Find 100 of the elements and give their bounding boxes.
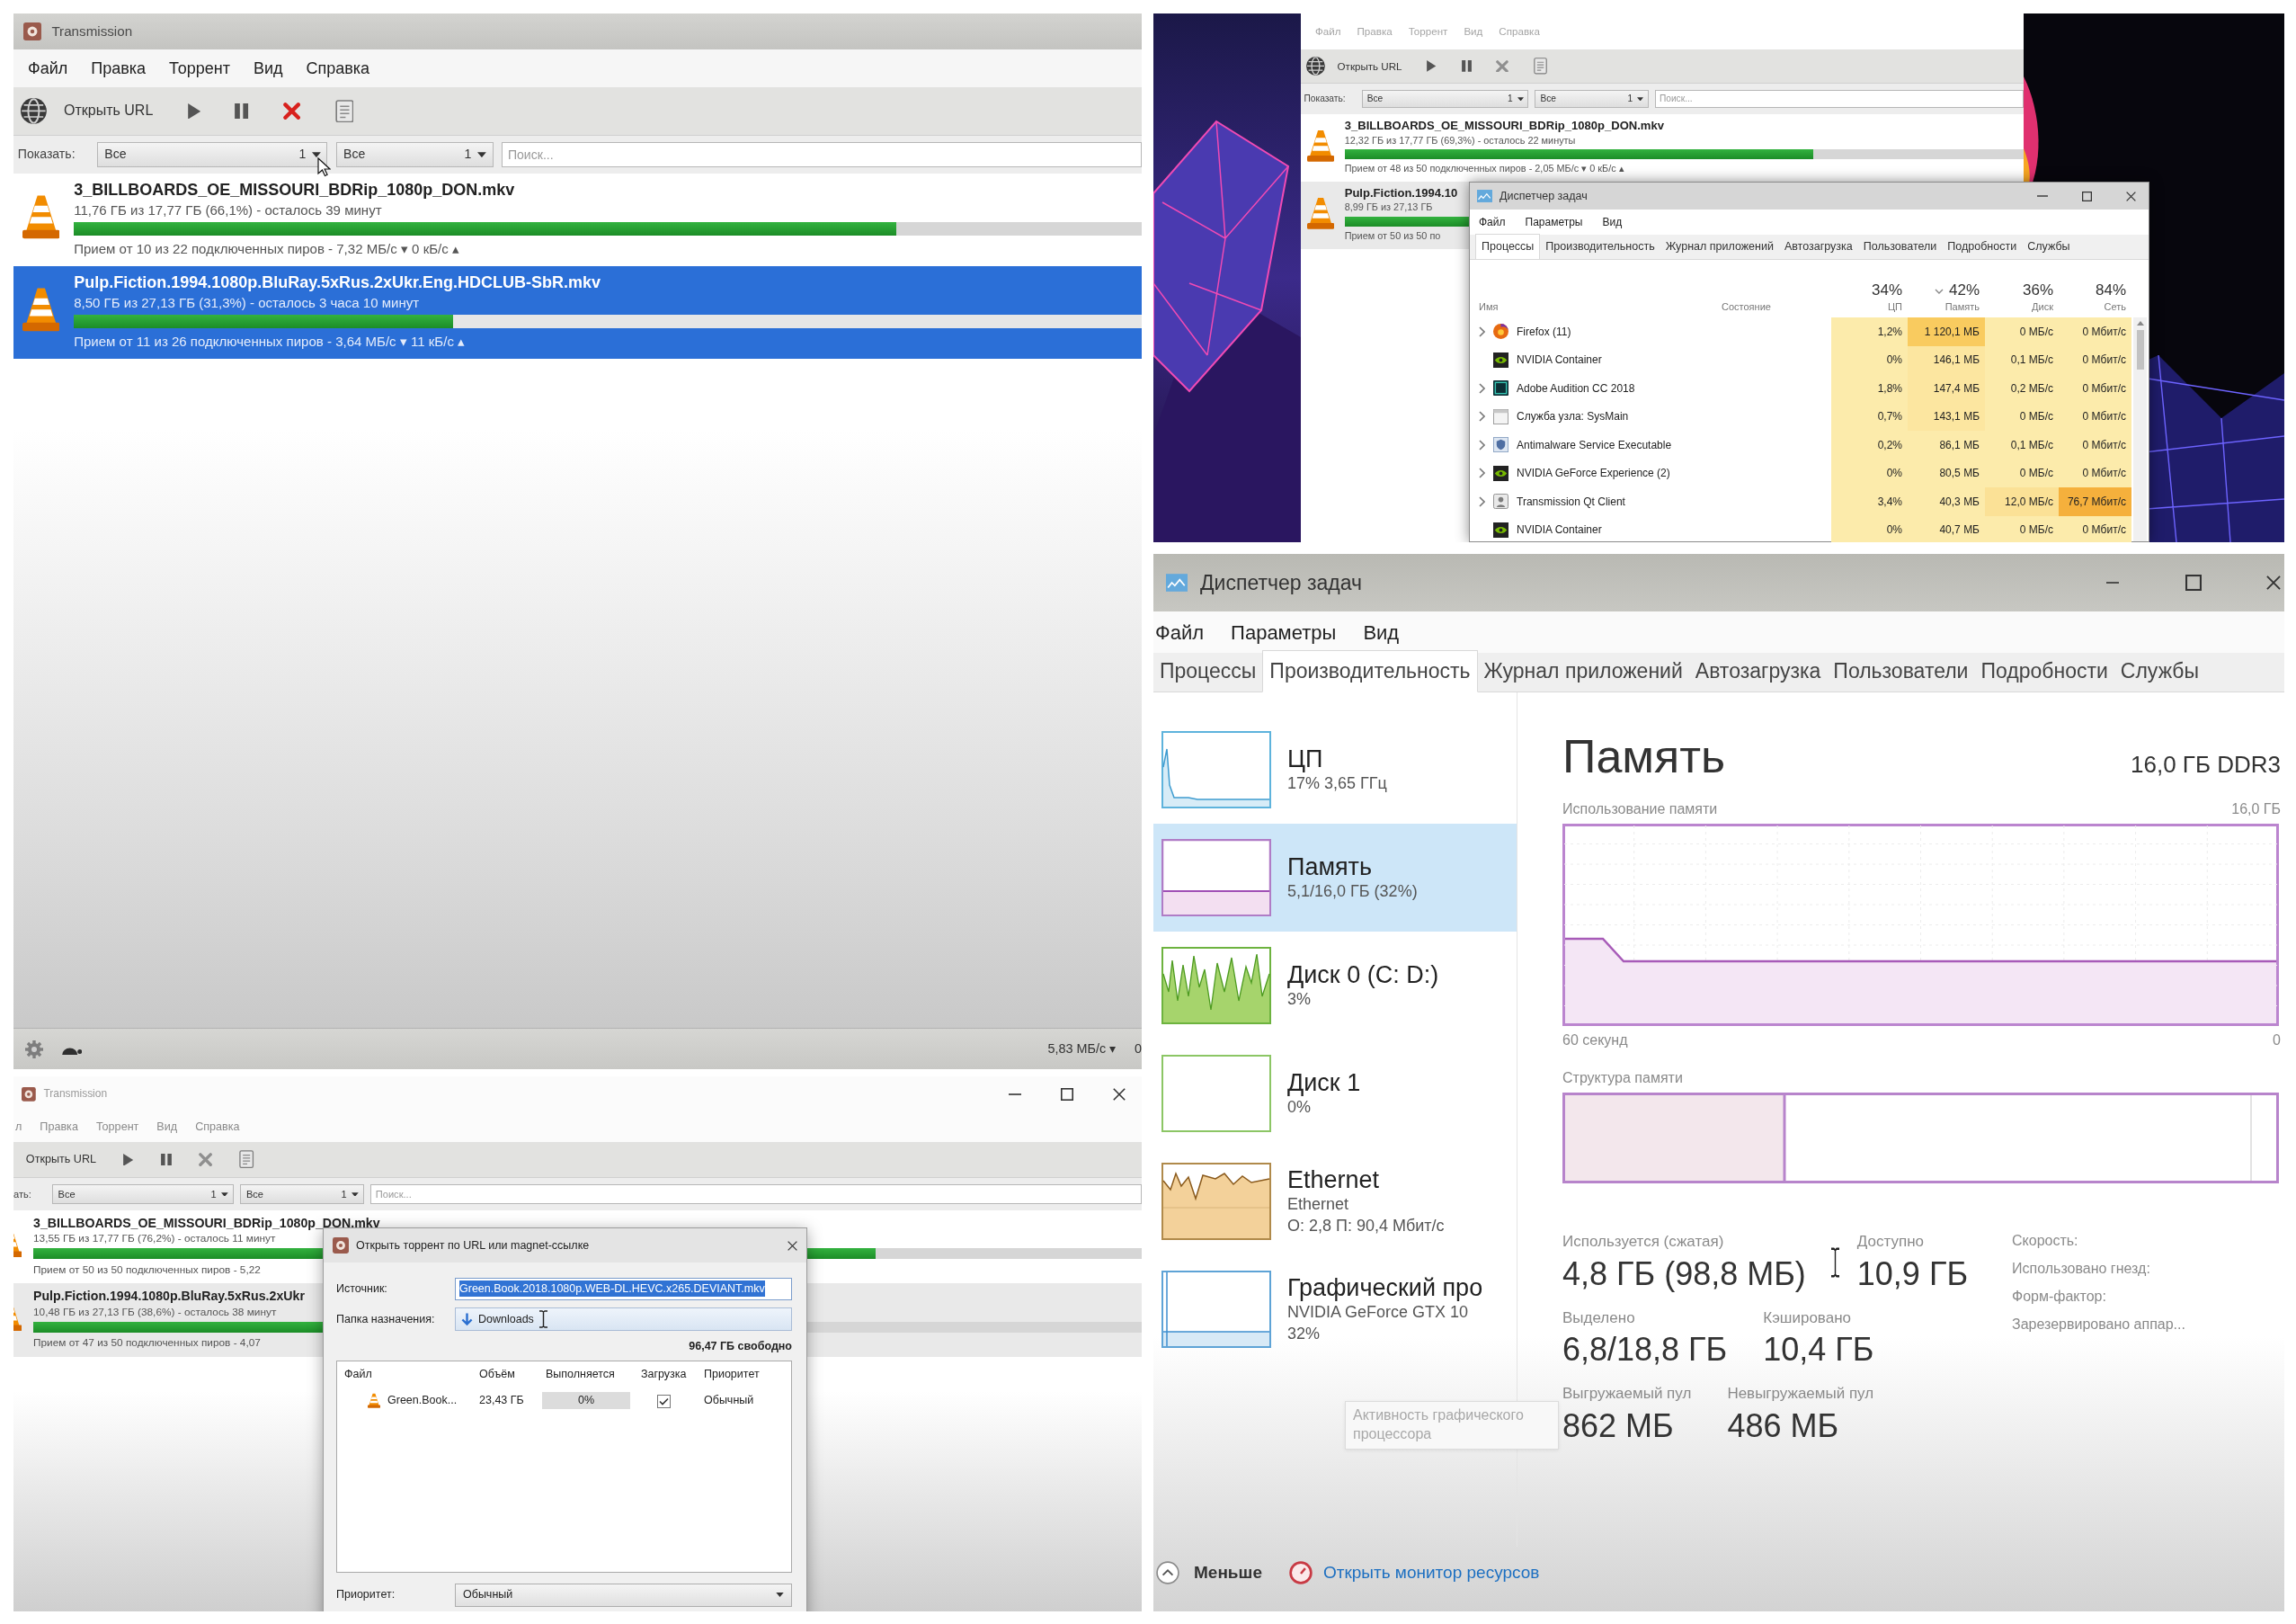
- tab[interactable]: Производительность: [1262, 649, 1478, 692]
- minimize-icon[interactable]: [2105, 582, 2121, 584]
- open-url-button[interactable]: Открыть URL: [1305, 57, 1402, 76]
- menu-item[interactable]: Вид: [1363, 617, 1400, 647]
- tab[interactable]: Службы: [2022, 235, 2076, 259]
- maximize-icon[interactable]: [1061, 1088, 1073, 1101]
- properties-icon[interactable]: [334, 99, 354, 123]
- properties-icon[interactable]: [239, 1150, 254, 1169]
- fewer-details-button[interactable]: Меньше: [1156, 1559, 1262, 1586]
- scroll-up-icon[interactable]: [2136, 321, 2144, 326]
- column-header[interactable]: Объём: [472, 1366, 538, 1384]
- filter-dropdown[interactable]: Все 1: [97, 142, 328, 167]
- close-icon[interactable]: [2126, 191, 2136, 201]
- resource-item[interactable]: Графический про NVIDIA GeForce GTX 10 32%: [1153, 1255, 1517, 1363]
- resource-monitor-link[interactable]: Открыть монитор ресурсов: [1288, 1559, 1540, 1586]
- traffic-cone-icon: [22, 287, 60, 332]
- menu-item[interactable]: Вид: [253, 56, 283, 81]
- maximize-icon[interactable]: [2185, 575, 2202, 591]
- table-cell-text: Обычный: [703, 1393, 755, 1409]
- tab[interactable]: Подробности: [1974, 650, 2114, 692]
- tab[interactable]: Автозагрузка: [1688, 650, 1828, 692]
- expand-chevron-icon[interactable]: [1479, 411, 1485, 423]
- tab[interactable]: Пользователи: [1857, 235, 1943, 259]
- expand-chevron-icon[interactable]: [1479, 495, 1485, 507]
- remove-icon[interactable]: [283, 102, 301, 120]
- menu-item[interactable]: Торрент: [169, 56, 230, 81]
- pause-icon[interactable]: [1461, 60, 1472, 72]
- scrollbar[interactable]: [2133, 317, 2147, 541]
- filter-dropdown[interactable]: Все 1: [240, 1184, 364, 1204]
- stat-label: Доступно: [1856, 1232, 1924, 1253]
- open-url-button[interactable]: Открыть URL: [25, 1151, 96, 1168]
- source-field[interactable]: Green.Book.2018.1080p.WEB-DL.HEVC.x265.DEVIANT.mkv: [455, 1277, 792, 1300]
- column-header[interactable]: Файл: [337, 1366, 472, 1384]
- tab[interactable]: Автозагрузка: [1778, 235, 1858, 259]
- column-header[interactable]: 84% Сеть: [2059, 260, 2131, 317]
- maximize-icon[interactable]: [2082, 191, 2092, 201]
- table-cell: 40,7 МБ: [1908, 515, 1985, 542]
- filter-dropdown[interactable]: Все 1: [1361, 90, 1529, 108]
- play-icon[interactable]: [187, 103, 201, 120]
- filter-dropdown[interactable]: Все 1: [52, 1184, 234, 1204]
- tab[interactable]: Производительность: [1540, 235, 1660, 259]
- scrollbar-thumb[interactable]: [2136, 330, 2144, 370]
- tab[interactable]: Журнал приложений: [1660, 235, 1779, 259]
- resource-item[interactable]: Память 5,1/16,0 ГБ (32%): [1153, 824, 1517, 932]
- resource-item[interactable]: Диск 0 (C: D:) 3%: [1153, 932, 1517, 1040]
- menu-item[interactable]: Правка: [40, 1119, 78, 1136]
- column-header[interactable]: 34% ЦП: [1831, 260, 1908, 317]
- column-header[interactable]: Загрузка: [634, 1366, 697, 1384]
- menu-item[interactable]: Справка: [306, 56, 370, 81]
- column-header[interactable]: 42% Память: [1908, 260, 1985, 317]
- column-header[interactable]: 36% Диск: [1985, 260, 2059, 317]
- column-header[interactable]: Выполняется: [538, 1366, 634, 1384]
- expand-chevron-icon[interactable]: [1479, 326, 1485, 337]
- column-header[interactable]: Приоритет: [697, 1366, 791, 1384]
- tab[interactable]: Процессы: [1153, 650, 1263, 692]
- expand-chevron-icon[interactable]: [1479, 382, 1485, 394]
- tab[interactable]: Подробности: [1942, 235, 2023, 259]
- menu-item[interactable]: Параметры: [1525, 214, 1583, 230]
- search-field[interactable]: Поиск...: [502, 142, 1142, 167]
- tab[interactable]: Службы: [2114, 650, 2205, 692]
- torrent-row[interactable]: Pulp.Fiction.1994.10 8,99 ГБ из 27,13 ГБ Прием от 50 из 50 по: [1301, 181, 1469, 249]
- table-cell: 0,1 МБ/с: [1985, 431, 2059, 460]
- resource-item[interactable]: Диск 1 0%: [1153, 1040, 1517, 1147]
- resource-item[interactable]: Ethernet Ethernet О: 2,8 П: 90,4 Мбит/с: [1153, 1147, 1517, 1255]
- tab[interactable]: Журнал приложений: [1477, 650, 1689, 692]
- menu-item[interactable]: Правка: [91, 56, 147, 81]
- menu-item[interactable]: Файл: [28, 56, 68, 81]
- resource-item[interactable]: ЦП 17% 3,65 ГГц: [1153, 716, 1517, 824]
- column-header[interactable]: Имя: [1470, 260, 1713, 317]
- chart-label: Структура памяти: [1562, 1069, 1683, 1088]
- close-icon[interactable]: [788, 1240, 797, 1251]
- filter-dropdown[interactable]: Все 1: [1535, 90, 1649, 108]
- destination-field[interactable]: Downloads: [455, 1307, 792, 1331]
- column-header[interactable]: Состояние: [1713, 260, 1831, 317]
- expand-chevron-icon[interactable]: [1479, 439, 1485, 451]
- pause-icon[interactable]: [160, 1153, 172, 1166]
- play-icon[interactable]: [1427, 60, 1437, 72]
- menu-item[interactable]: Параметры: [1231, 617, 1337, 647]
- search-field[interactable]: Поиск...: [1654, 90, 2024, 108]
- menu-item[interactable]: Файл: [1479, 214, 1506, 230]
- priority-dropdown[interactable]: Обычный: [455, 1583, 792, 1607]
- pause-icon[interactable]: [235, 103, 249, 120]
- search-field[interactable]: Поиск...: [370, 1184, 1142, 1204]
- menu-item[interactable]: Файл: [1155, 617, 1205, 647]
- tab[interactable]: Процессы: [1475, 234, 1541, 259]
- torrent-name: 3_BILLBOARDS_OE_MISSOURI_BDRip_1080p_DON.mkv: [1344, 119, 1664, 134]
- play-icon[interactable]: [123, 1153, 134, 1166]
- close-icon[interactable]: [2266, 576, 2281, 590]
- open-url-button[interactable]: Открыть URL: [21, 98, 154, 124]
- window-title: Transmission: [43, 1086, 108, 1102]
- checkbox[interactable]: [657, 1394, 671, 1408]
- filter-dropdown[interactable]: Все 1: [336, 142, 494, 167]
- torrent-row[interactable]: Pulp.Fiction.1994.1080p.BluRay.5xRus.2xUkr.Eng.HDCLUB-SbR.mkv 8,50 ГБ из 27,13 ГБ (31,3%) - осталось 3 часа 10 минут Прием от 11 из 26 подключенных пиров - 3,64 МБ/с ▾ 11 кБ/с ▴: [13, 266, 1142, 360]
- properties-icon[interactable]: [1534, 58, 1548, 75]
- close-icon[interactable]: [1113, 1088, 1126, 1101]
- table-cell: 0 Мбит/с: [2059, 374, 2131, 403]
- expand-chevron-icon[interactable]: [1479, 468, 1485, 479]
- tab[interactable]: Пользователи: [1827, 650, 1975, 692]
- menu-item[interactable]: Вид: [1602, 214, 1623, 230]
- eye-app-icon: [1493, 522, 1508, 538]
